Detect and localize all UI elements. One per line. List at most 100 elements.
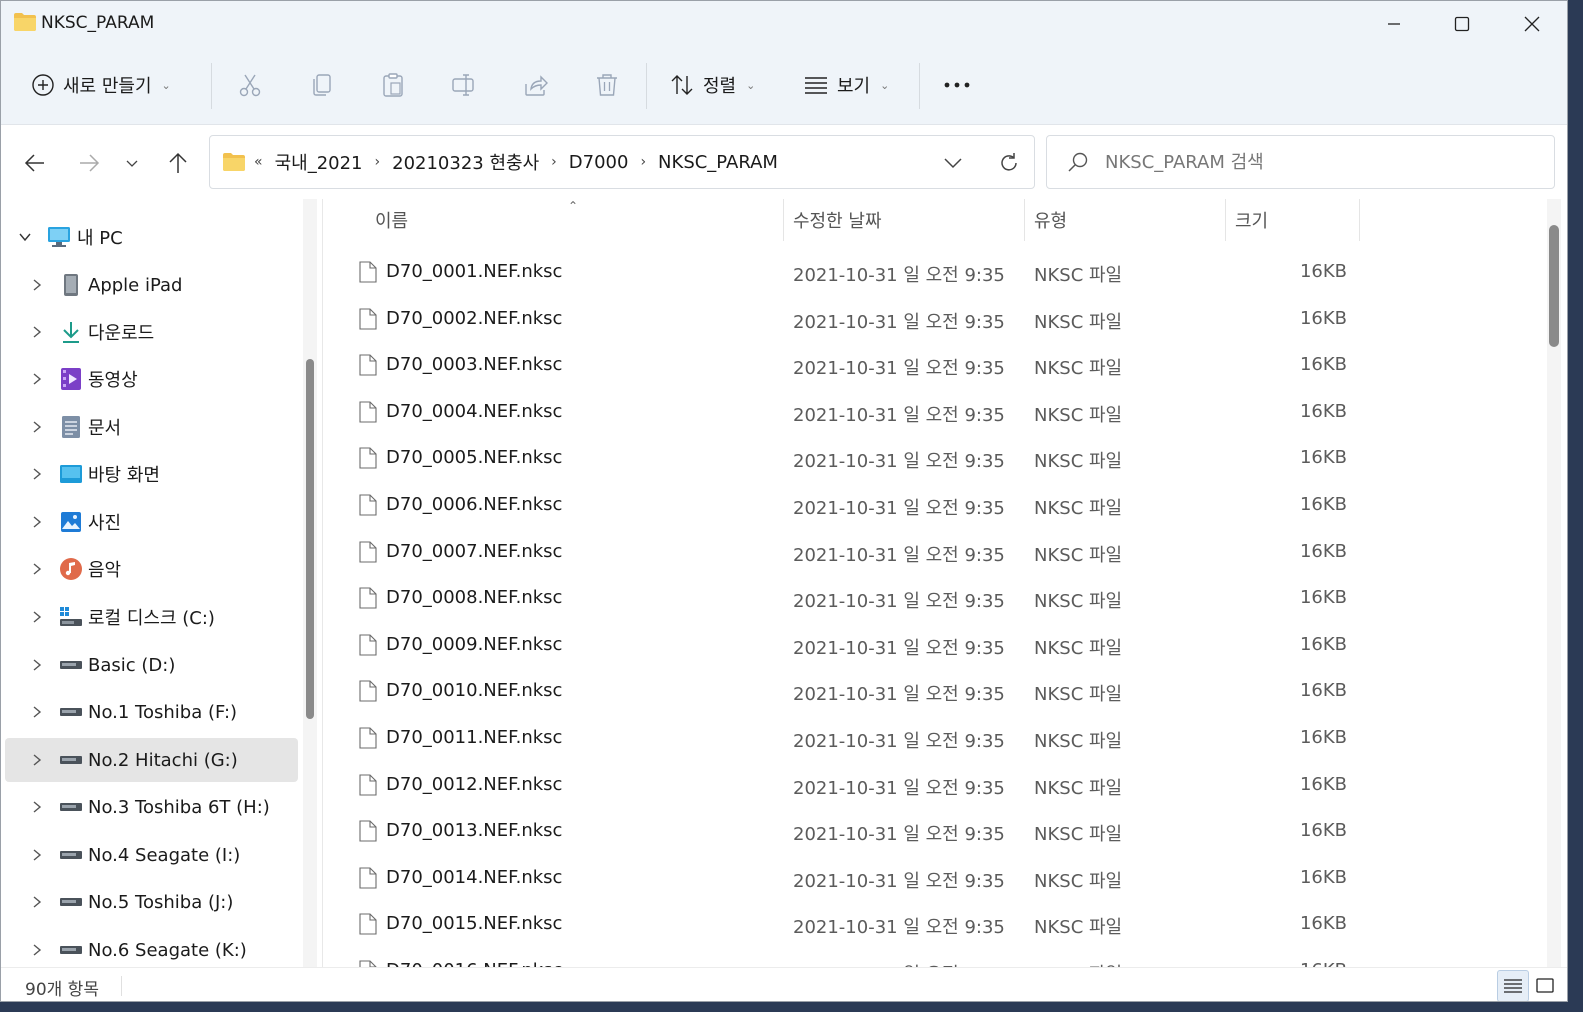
sidebar-item-drive-k[interactable]: No.6 Seagate (K:) (5, 928, 298, 967)
sidebar-item-drive-j[interactable]: No.5 Toshiba (J:) (5, 880, 298, 924)
file-row[interactable]: D70_0001.NEF.nksc 2021-10-31 일 오전 9:35 NKS… (325, 249, 1545, 295)
details-view-button[interactable] (1497, 970, 1529, 1001)
chevron-right-icon[interactable] (29, 324, 45, 340)
refresh-button[interactable] (994, 148, 1024, 178)
chevron-right-icon[interactable] (29, 561, 45, 577)
breadcrumb-item[interactable]: D7000 (569, 152, 629, 173)
chevron-right-icon[interactable] (29, 894, 45, 910)
navigation-pane: 내 PC Apple iPad 다운로드 동영상 문서 바탕 화면 사진 음악 … (1, 199, 323, 967)
chevron-right-icon[interactable] (29, 799, 45, 815)
column-divider[interactable] (1024, 199, 1025, 241)
sidebar-item-local-disk-c[interactable]: 로컬 디스크 (C:) (5, 595, 298, 639)
file-row[interactable]: D70_0005.NEF.nksc 2021-10-31 일 오전 9:35 NKS… (325, 435, 1545, 481)
chevron-right-icon[interactable]: › (551, 154, 557, 170)
view-button[interactable]: 보기 ⌄ (803, 69, 889, 101)
copy-button[interactable] (306, 69, 338, 101)
sidebar-item-pictures[interactable]: 사진 (5, 500, 298, 544)
file-type: NKSC 파일 (1034, 265, 1123, 286)
sidebar-item-drive-i[interactable]: No.4 Seagate (I:) (5, 833, 298, 877)
column-header-size[interactable]: 크기 (1235, 199, 1268, 241)
sidebar-item-videos[interactable]: 동영상 (5, 357, 298, 401)
file-type: NKSC 파일 (1034, 684, 1123, 706)
file-row[interactable]: D70_0009.NEF.nksc 2021-10-31 일 오전 9:35 NKS… (325, 622, 1545, 668)
file-row[interactable]: D70_0010.NEF.nksc 2021-10-31 일 오전 9:35 NKS… (325, 668, 1545, 714)
chevron-right-icon[interactable]: › (640, 154, 646, 170)
back-button[interactable] (17, 145, 53, 181)
file-icon (359, 634, 377, 656)
column-header-type[interactable]: 유형 (1034, 199, 1067, 241)
file-row[interactable]: D70_0015.NEF.nksc 2021-10-31 일 오전 9:35 NKS… (325, 901, 1545, 947)
chevron-right-icon[interactable] (29, 514, 45, 530)
up-button[interactable] (160, 145, 196, 181)
search-box[interactable] (1046, 135, 1555, 189)
cut-button[interactable] (234, 69, 266, 101)
recent-locations-button[interactable] (114, 145, 150, 181)
column-divider[interactable] (1225, 199, 1226, 241)
paste-button[interactable] (377, 69, 409, 101)
column-header-date[interactable]: 수정한 날짜 (793, 199, 882, 241)
chevron-right-icon[interactable] (29, 942, 45, 958)
file-list-scrollbar-thumb[interactable] (1549, 225, 1559, 347)
minimize-button[interactable] (1359, 1, 1429, 47)
rename-button[interactable] (448, 69, 480, 101)
sidebar-item-apple-ipad[interactable]: Apple iPad (5, 263, 298, 307)
file-row[interactable]: D70_0011.NEF.nksc 2021-10-31 일 오전 9:35 NKS… (325, 715, 1545, 761)
chevron-right-icon[interactable] (29, 704, 45, 720)
sort-button[interactable]: 정렬 ⌄ (669, 69, 755, 101)
chevron-right-icon[interactable] (29, 371, 45, 387)
file-row[interactable]: D70_0016.NEF.nksc 2021-10-31 일 오전 9:35 NKS… (325, 948, 1545, 967)
sidebar-item-drive-h[interactable]: No.3 Toshiba 6T (H:) (5, 785, 298, 829)
sidebar-item-drive-d[interactable]: Basic (D:) (5, 643, 298, 687)
new-button[interactable]: 새로 만들기 ⌄ (31, 69, 171, 101)
sidebar-item-documents[interactable]: 문서 (5, 405, 298, 449)
file-size: 16KB (1299, 400, 1347, 422)
file-row[interactable]: D70_0012.NEF.nksc 2021-10-31 일 오전 9:35 NKS… (325, 762, 1545, 808)
close-button[interactable] (1497, 1, 1567, 47)
breadcrumb-item[interactable]: 국내_2021 (275, 149, 363, 175)
file-row[interactable]: D70_0013.NEF.nksc 2021-10-31 일 오전 9:35 NKS… (325, 808, 1545, 854)
breadcrumb-item-current[interactable]: NKSC_PARAM (658, 152, 778, 173)
sidebar-item-this-pc[interactable]: 내 PC (5, 215, 298, 259)
chevron-right-icon[interactable] (29, 609, 45, 625)
chevron-right-icon[interactable] (29, 847, 45, 863)
monitor-icon (47, 225, 71, 249)
chevron-right-icon[interactable] (29, 419, 45, 435)
chevron-right-icon[interactable] (29, 277, 45, 293)
column-divider[interactable] (783, 199, 784, 241)
chevron-right-icon[interactable] (29, 657, 45, 673)
chevron-down-icon[interactable] (17, 229, 33, 245)
file-row[interactable]: D70_0004.NEF.nksc 2021-10-31 일 오전 9:35 NKS… (325, 389, 1545, 435)
share-button[interactable] (520, 69, 552, 101)
command-bar: 새로 만들기 ⌄ 정렬 ⌄ 보기 ⌄ (1, 47, 1567, 125)
breadcrumb-item[interactable]: 20210323 현충사 (392, 149, 539, 175)
search-input[interactable] (1105, 151, 1525, 173)
file-date: 2021-10-31 일 오전 9:35 (793, 451, 1005, 473)
file-row[interactable]: D70_0008.NEF.nksc 2021-10-31 일 오전 9:35 NKS… (325, 575, 1545, 621)
sidebar-item-drive-f[interactable]: No.1 Toshiba (F:) (5, 690, 298, 734)
file-row[interactable]: D70_0002.NEF.nksc 2021-10-31 일 오전 9:35 NKS… (325, 296, 1545, 342)
chevron-right-icon[interactable] (29, 466, 45, 482)
maximize-button[interactable] (1427, 1, 1497, 47)
column-header-name[interactable]: 이름 (375, 199, 408, 241)
chevron-right-icon[interactable] (29, 752, 45, 768)
chevron-right-icon[interactable]: › (375, 154, 381, 170)
sidebar-item-downloads[interactable]: 다운로드 (5, 310, 298, 354)
more-options-button[interactable] (941, 69, 973, 101)
sidebar-item-music[interactable]: 음악 (5, 547, 298, 591)
column-divider[interactable] (1359, 199, 1360, 241)
sidebar-scrollbar-thumb[interactable] (306, 359, 314, 719)
file-type: NKSC 파일 (1034, 498, 1123, 519)
forward-button[interactable] (71, 145, 107, 181)
file-row[interactable]: D70_0014.NEF.nksc 2021-10-31 일 오전 9:35 NKS… (325, 855, 1545, 901)
sidebar-item-drive-g[interactable]: No.2 Hitachi (G:) (5, 738, 298, 782)
large-icons-view-button[interactable] (1529, 970, 1561, 1001)
address-bar[interactable]: « 국내_2021 › 20210323 현충사 › D7000 › NKSC_… (209, 135, 1035, 189)
file-name: D70_0006.NEF.nksc (386, 494, 563, 515)
file-row[interactable]: D70_0007.NEF.nksc 2021-10-31 일 오전 9:35 NKS… (325, 529, 1545, 575)
file-row[interactable]: D70_0006.NEF.nksc 2021-10-31 일 오전 9:35 NKS… (325, 482, 1545, 528)
breadcrumb-overflow[interactable]: « (254, 154, 263, 170)
delete-button[interactable] (591, 69, 623, 101)
address-history-button[interactable] (940, 150, 966, 176)
sidebar-item-desktop[interactable]: 바탕 화면 (5, 452, 298, 496)
file-row[interactable]: D70_0003.NEF.nksc 2021-10-31 일 오전 9:35 NKS… (325, 342, 1545, 388)
